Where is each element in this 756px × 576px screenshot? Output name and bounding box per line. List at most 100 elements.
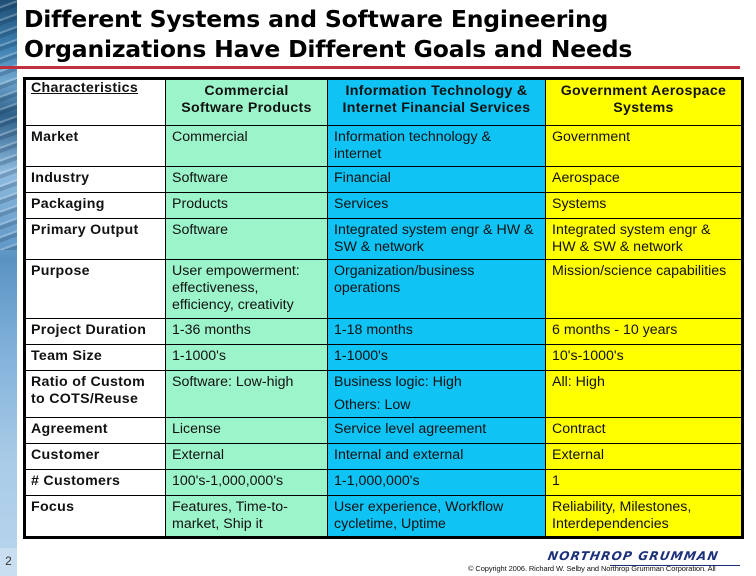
cell-text: Systems xyxy=(546,193,741,216)
cell-text: User empowerment: effectiveness, efficie… xyxy=(166,260,327,317)
copyright-notice: © Copyright 2006. Richard W. Selby and N… xyxy=(468,564,716,573)
cell-commercial: External xyxy=(165,443,328,470)
cell-text: Software xyxy=(166,219,327,242)
row-label-cell: Packaging xyxy=(24,192,166,219)
cell-gov: Reliability, Milestones, Interdependenci… xyxy=(545,495,743,538)
northrop-grumman-logo: NORTHROP GRUMMAN xyxy=(546,549,721,563)
cell-text: 6 months - 10 years xyxy=(546,319,741,342)
row-label-cell: Purpose xyxy=(24,259,166,319)
table-header-row: Characteristics Commercial Software Produ… xyxy=(24,78,743,126)
cell-value: Service level agreement xyxy=(334,421,487,437)
cell-value: All: High xyxy=(552,374,605,390)
decorative-side-strip xyxy=(0,0,17,576)
cell-text: Business logic: High Others: Low xyxy=(328,371,545,417)
row-label-cell: # Customers xyxy=(24,469,166,496)
row-label: Ratio of Custom to COTS/Reuse xyxy=(31,374,146,407)
table-row: Industry Software Financial Aerospace xyxy=(24,166,743,193)
cell-gov: 6 months - 10 years xyxy=(545,318,743,345)
table-row: Focus Features, Time-to-market, Ship it Us… xyxy=(24,495,743,538)
row-label: Industry xyxy=(31,170,90,186)
row-label-cell: Customer xyxy=(24,443,166,470)
row-label: Team Size xyxy=(31,348,103,364)
cell-text: 1 xyxy=(546,470,741,493)
cell-it: 1-18 months xyxy=(327,318,546,345)
row-label: Purpose xyxy=(31,263,90,279)
cell-value-line2: Others: Low xyxy=(334,397,411,413)
cell-it: Information technology & internet xyxy=(327,125,546,167)
table-row: Packaging Products Services Systems xyxy=(24,192,743,219)
title-line-2: Organizations Have Different Goals and N… xyxy=(24,35,633,63)
row-label: Market xyxy=(31,129,79,145)
table-row: # Customers 100's-1,000,000's 1-1,000,000'… xyxy=(24,469,743,496)
cell-gov: 1 xyxy=(545,469,743,496)
cell-value: Mission/science capabilities xyxy=(552,263,727,279)
cell-commercial: Software xyxy=(165,218,328,260)
cell-value: License xyxy=(172,421,221,437)
table-row: Primary Output Software Integrated system … xyxy=(24,218,743,260)
table-row: Market Commercial Information technology &… xyxy=(24,125,743,167)
header-government: Government Aerospace Systems xyxy=(545,78,743,126)
cell-text: Reliability, Milestones, Interdependenci… xyxy=(546,496,741,536)
cell-it: Organization/business operations xyxy=(327,259,546,319)
cell-value: 100's-1,000,000's xyxy=(172,473,284,489)
header-gov-text: Government Aerospace Systems xyxy=(546,80,741,120)
table-row: Project Duration 1-36 months 1-18 months 6 … xyxy=(24,318,743,345)
cell-text: Aerospace xyxy=(546,167,741,190)
row-label: Project Duration xyxy=(31,322,147,338)
cell-text: 1-1000's xyxy=(166,345,327,368)
cell-value: 10's-1000's xyxy=(552,348,624,364)
cell-commercial: Products xyxy=(165,192,328,219)
cell-gov: External xyxy=(545,443,743,470)
cell-value: Financial xyxy=(334,170,391,186)
row-label: Focus xyxy=(31,499,75,515)
cell-value: Software: Low-high xyxy=(172,374,294,390)
cell-commercial: Software: Low-high xyxy=(165,370,328,418)
cell-it: Integrated system engr & HW & SW & netwo… xyxy=(327,218,546,260)
cell-it: Business logic: High Others: Low xyxy=(327,370,546,418)
cell-gov: Integrated system engr & HW & SW & netwo… xyxy=(545,218,743,260)
row-label-cell: Ratio of Custom to COTS/Reuse xyxy=(24,370,166,418)
cell-value: Services xyxy=(334,196,389,212)
cell-text: User experience, Workflow cycletime, Upt… xyxy=(328,496,545,536)
cell-it: User experience, Workflow cycletime, Upt… xyxy=(327,495,546,538)
title-divider xyxy=(0,66,740,69)
cell-text: Mission/science capabilities xyxy=(546,260,741,283)
cell-value: External xyxy=(552,447,605,463)
cell-text: Government xyxy=(546,126,741,149)
cell-text: License xyxy=(166,418,327,441)
cell-text: Internal and external xyxy=(328,444,545,467)
cell-commercial: Commercial xyxy=(165,125,328,167)
cell-value: Internal and external xyxy=(334,447,464,463)
cell-commercial: 100's-1,000,000's xyxy=(165,469,328,496)
cell-value: Commercial xyxy=(172,129,248,145)
cell-value: Information technology & internet xyxy=(334,129,491,162)
cell-value: Government xyxy=(552,129,631,145)
cell-text: Integrated system engr & HW & SW & netwo… xyxy=(328,219,545,259)
cell-value: 6 months - 10 years xyxy=(552,322,678,338)
row-label-cell: Industry xyxy=(24,166,166,193)
cell-text: All: High xyxy=(546,371,741,394)
row-label-cell: Agreement xyxy=(24,417,166,444)
cell-text: Integrated system engr & HW & SW & netwo… xyxy=(546,219,741,259)
header-commercial: Commercial Software Products xyxy=(165,78,328,126)
row-label: Packaging xyxy=(31,196,105,212)
header-characteristics-label: Characteristics xyxy=(31,80,139,96)
cell-gov: Systems xyxy=(545,192,743,219)
cell-commercial: Features, Time-to-market, Ship it xyxy=(165,495,328,538)
cell-commercial: Software xyxy=(165,166,328,193)
cell-value: Organization/business operations xyxy=(334,263,475,296)
row-label-cell: Focus xyxy=(24,495,166,538)
row-label-cell: Team Size xyxy=(24,344,166,371)
cell-value: 1-1,000,000's xyxy=(334,473,420,489)
header-commercial-line2: Software Products xyxy=(181,100,312,116)
table-body: Market Commercial Information technology &… xyxy=(24,125,743,538)
cell-value: Business logic: High xyxy=(334,374,462,390)
cell-text: Software xyxy=(166,167,327,190)
cell-text: Contract xyxy=(546,418,741,441)
cell-gov: Aerospace xyxy=(545,166,743,193)
cell-commercial: 1-36 months xyxy=(165,318,328,345)
header-it-financial: Information Technology & Internet Financi… xyxy=(327,78,546,126)
row-label-cell: Primary Output xyxy=(24,218,166,260)
title-line-1: Different Systems and Software Engineeri… xyxy=(24,5,609,33)
cell-gov: All: High xyxy=(545,370,743,418)
